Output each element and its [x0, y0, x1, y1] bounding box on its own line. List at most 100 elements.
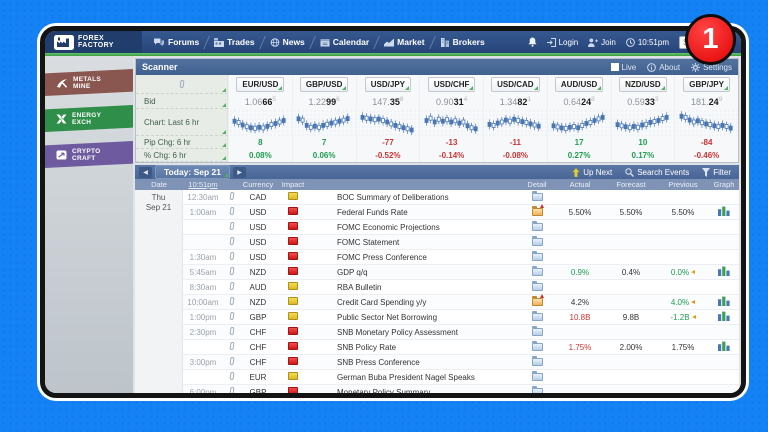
alert-folder-icon[interactable] [532, 208, 543, 216]
pair-button-aud-usd[interactable]: AUD/USD [555, 77, 603, 92]
calendar-event-row[interactable]: USDFOMC Economic Projections [183, 220, 739, 235]
top-navbar: FOREXFACTORY Forums Trades NewsCalendarMar… [45, 31, 741, 53]
pair-button-usd-chf[interactable]: USD/CHF [428, 77, 476, 92]
up-next-button[interactable]: Up Next [572, 168, 612, 177]
calendar-event-row[interactable]: CHFSNB Policy Rate1.75%2.00%1.75% [183, 340, 739, 355]
candlestick-chart [615, 110, 671, 136]
calendar-event-row[interactable]: 1:00amUSDFederal Funds Rate5.50%5.50%5.5… [183, 205, 739, 220]
scanner-cell: USD/CHF [419, 75, 483, 94]
pair-button-gbp-usd[interactable]: GBP/USD [300, 77, 348, 92]
scanner-cell: -13 [419, 136, 483, 149]
event-time: 3:00pm [183, 358, 223, 367]
clock-time[interactable]: 10:51pm [626, 38, 669, 47]
red-impact-icon [288, 237, 298, 245]
today-button[interactable]: Today: Sep 21 [155, 165, 230, 179]
pair-button-usd-cad[interactable]: USD/CAD [491, 77, 539, 92]
calendar-event-row[interactable]: 3:00pmCHFSNB Press Conference [183, 355, 739, 370]
detail-folder-icon[interactable] [532, 223, 543, 231]
calendar-event-row[interactable]: 2:30pmCHFSNB Monetary Policy Assessment [183, 325, 739, 340]
clip-cell [223, 222, 241, 232]
notifications-bell-icon[interactable] [528, 37, 537, 47]
prev-day-button[interactable]: ◀ [139, 167, 152, 178]
actual-number: 10.8B [570, 313, 591, 322]
col-detail: Detail [519, 180, 555, 189]
graph-icon[interactable] [718, 341, 730, 351]
calendar-event-row[interactable]: 6:00pmGBPMonetary Policy Summary [183, 385, 739, 393]
calendar-event-row[interactable]: 1:00pmGBPPublic Sector Net Borrowing10.8… [183, 310, 739, 325]
nav-item-news[interactable]: News [264, 31, 311, 53]
col-currency: Currency [241, 180, 275, 189]
sidebar-site-metals[interactable]: METALSMINE [45, 69, 133, 96]
detail-folder-icon[interactable] [532, 343, 543, 351]
detail-folder-icon[interactable] [532, 373, 543, 381]
next-day-button[interactable]: ▶ [233, 167, 246, 178]
search-events-button[interactable]: Search Events [625, 168, 689, 177]
col-timezone-link[interactable]: 10:51pm [183, 180, 223, 189]
detail-folder-icon[interactable] [532, 268, 543, 276]
bid-price: 181.249 [691, 96, 722, 107]
event-time: 6:00pm [183, 388, 223, 394]
detail-cell [519, 298, 555, 307]
nav-item-forums[interactable]: Forums [148, 31, 205, 53]
annotation-step-badge: 1 [685, 14, 736, 65]
event-currency: NZD [241, 268, 275, 277]
nav-item-trades[interactable]: Trades [208, 31, 260, 53]
calendar-event-row[interactable]: 8:30amAUDRBA Bulletin [183, 280, 739, 295]
nav-item-market[interactable]: Market [378, 31, 430, 53]
scanner-title: Scanner [142, 62, 178, 72]
browser-window: FOREXFACTORY Forums Trades NewsCalendarMar… [40, 26, 746, 398]
scanner-panel: Scanner Live About Settings EUR/USDGBP/U… [135, 58, 739, 163]
col-actual: Actual [555, 180, 605, 189]
calendar-icon [320, 38, 330, 47]
calendar-event-row[interactable]: 1:30amUSDFOMC Press Conference [183, 250, 739, 265]
pair-button-gbp-jpy[interactable]: GBP/JPY [683, 77, 730, 92]
login-link[interactable]: Login [547, 38, 579, 47]
calendar-event-row[interactable]: 10:00amNZDCredit Card Spending y/y4.2%4.… [183, 295, 739, 310]
pair-button-eur-usd[interactable]: EUR/USD [236, 77, 284, 92]
detail-cell [519, 268, 555, 277]
detail-folder-icon[interactable] [532, 388, 543, 393]
calendar-event-row[interactable]: 12:30amCADBOC Summary of Deliberations [183, 190, 739, 205]
graph-icon[interactable] [718, 311, 730, 321]
pair-button-usd-jpy[interactable]: USD/JPY [365, 77, 411, 92]
graph-icon[interactable] [718, 296, 730, 306]
live-toggle[interactable]: Live [611, 63, 637, 72]
calendar-event-row[interactable]: EURGerman Buba President Nagel Speaks [183, 370, 739, 385]
bid-price: 0.59333 [627, 96, 658, 107]
nav-item-brokers[interactable]: Brokers [434, 31, 491, 53]
about-link[interactable]: About [647, 63, 680, 72]
sidebar-site-crypto[interactable]: CRYPTOCRAFT [45, 141, 133, 168]
join-link[interactable]: Join [588, 38, 616, 47]
nav-item-calendar[interactable]: Calendar [314, 31, 375, 53]
sidebar-site-energy[interactable]: ENERGYEXCH [45, 105, 133, 132]
graph-icon[interactable] [718, 266, 730, 276]
pip-change-value: -13 [446, 138, 458, 147]
calendar-event-row[interactable]: 5:45amNZDGDP q/q0.9%0.4%0.0% [183, 265, 739, 280]
detail-folder-icon[interactable] [532, 238, 543, 246]
scanner-cell [547, 109, 611, 136]
detail-folder-icon[interactable] [532, 253, 543, 261]
event-time: 1:30am [183, 253, 223, 262]
detail-folder-icon[interactable] [532, 358, 543, 366]
event-currency: CAD [241, 193, 275, 202]
previous-value: 5.50% [657, 208, 709, 217]
forex-factory-logo[interactable]: FOREXFACTORY [45, 31, 142, 53]
filter-button[interactable]: Filter [702, 168, 731, 177]
nav-item-label: Trades [227, 37, 254, 47]
up-next-icon [572, 168, 580, 177]
detail-folder-icon[interactable] [532, 283, 543, 291]
detail-folder-icon[interactable] [532, 193, 543, 201]
red-impact-icon [288, 252, 298, 260]
pair-button-nzd-usd[interactable]: NZD/USD [619, 77, 667, 92]
detail-folder-icon[interactable] [532, 313, 543, 321]
impact-cell [275, 222, 311, 232]
paperclip-icon [229, 237, 234, 245]
alert-folder-icon[interactable] [532, 298, 543, 306]
nav-item-label: Brokers [453, 37, 485, 47]
calendar-event-row[interactable]: USDFOMC Statement [183, 235, 739, 250]
revision-arrow-icon [691, 270, 695, 274]
paperclip-icon [229, 387, 234, 393]
graph-icon[interactable] [718, 206, 730, 216]
pip-change-value: 17 [575, 138, 584, 147]
detail-folder-icon[interactable] [532, 328, 543, 336]
